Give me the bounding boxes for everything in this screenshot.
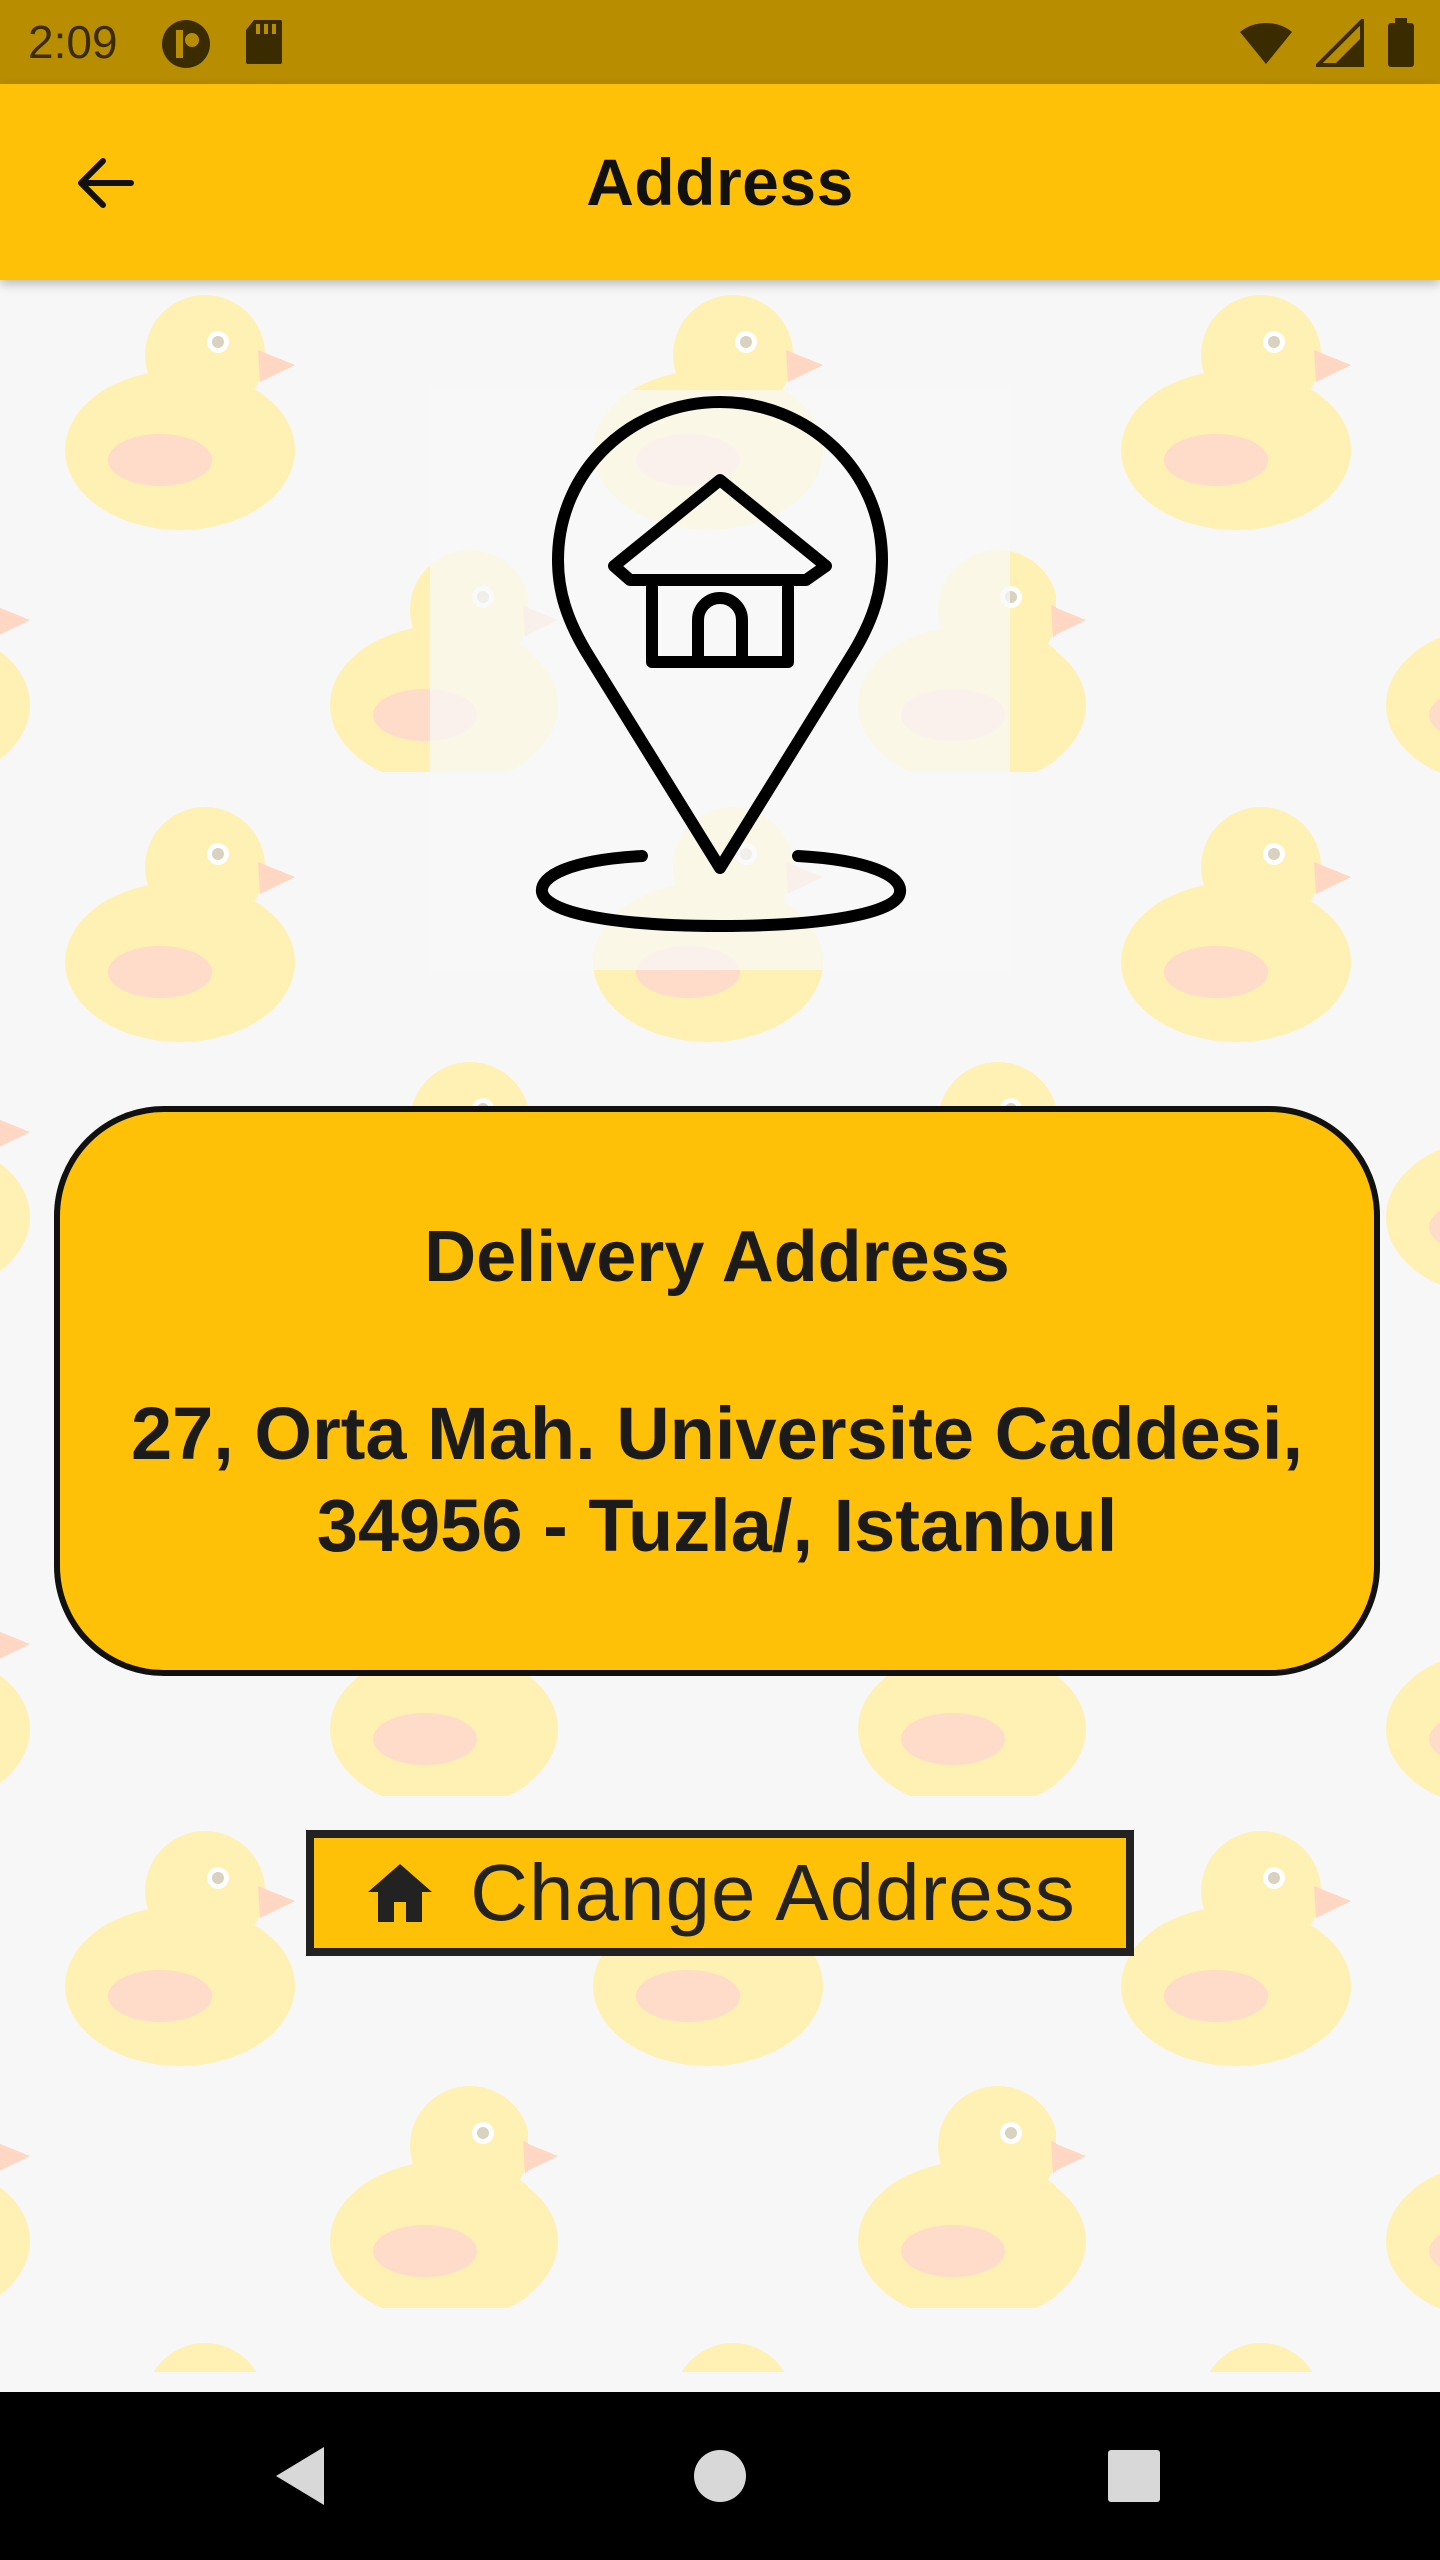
nav-back-button[interactable] [250,2426,350,2526]
back-button[interactable] [50,128,160,238]
circle-app-icon [162,20,210,68]
status-bar: 2:09 [0,0,1440,84]
delivery-address-card: Delivery Address 27, Orta Mah. Universit… [54,1106,1380,1676]
status-right-icons [1238,18,1416,68]
back-triangle-icon [276,2447,324,2505]
sd-card-icon [246,20,282,64]
change-address-button[interactable]: Change Address [306,1830,1134,1956]
home-location-pin-icon [430,390,1010,970]
battery-icon [1388,18,1414,67]
nav-home-button[interactable] [670,2426,770,2526]
delivery-address-title: Delivery Address [424,1217,1010,1297]
app-bar: Address [0,84,1440,280]
system-navigation-bar [0,2392,1440,2560]
nav-recents-button[interactable] [1084,2426,1184,2526]
recents-square-icon [1108,2450,1160,2502]
wifi-icon [1240,23,1292,64]
address-line-2: 34956 - Tuzla/, Istanbul [316,1484,1118,1567]
address-screen-content: Delivery Address 27, Orta Mah. Universit… [0,280,1440,2392]
status-time: 2:09 [28,16,118,68]
arrow-left-icon [78,158,134,208]
home-icon [368,1864,433,1922]
page-title: Address [586,145,854,219]
status-left-icons [160,18,284,70]
address-line-1: 27, Orta Mah. Universite Caddesi, [130,1392,1304,1475]
delivery-address-text: 27, Orta Mah. Universite Caddesi, 34956 … [100,1388,1334,1572]
change-address-label: Change Address [470,1848,1076,1937]
home-circle-icon [694,2450,746,2502]
signal-icon [1316,19,1364,67]
